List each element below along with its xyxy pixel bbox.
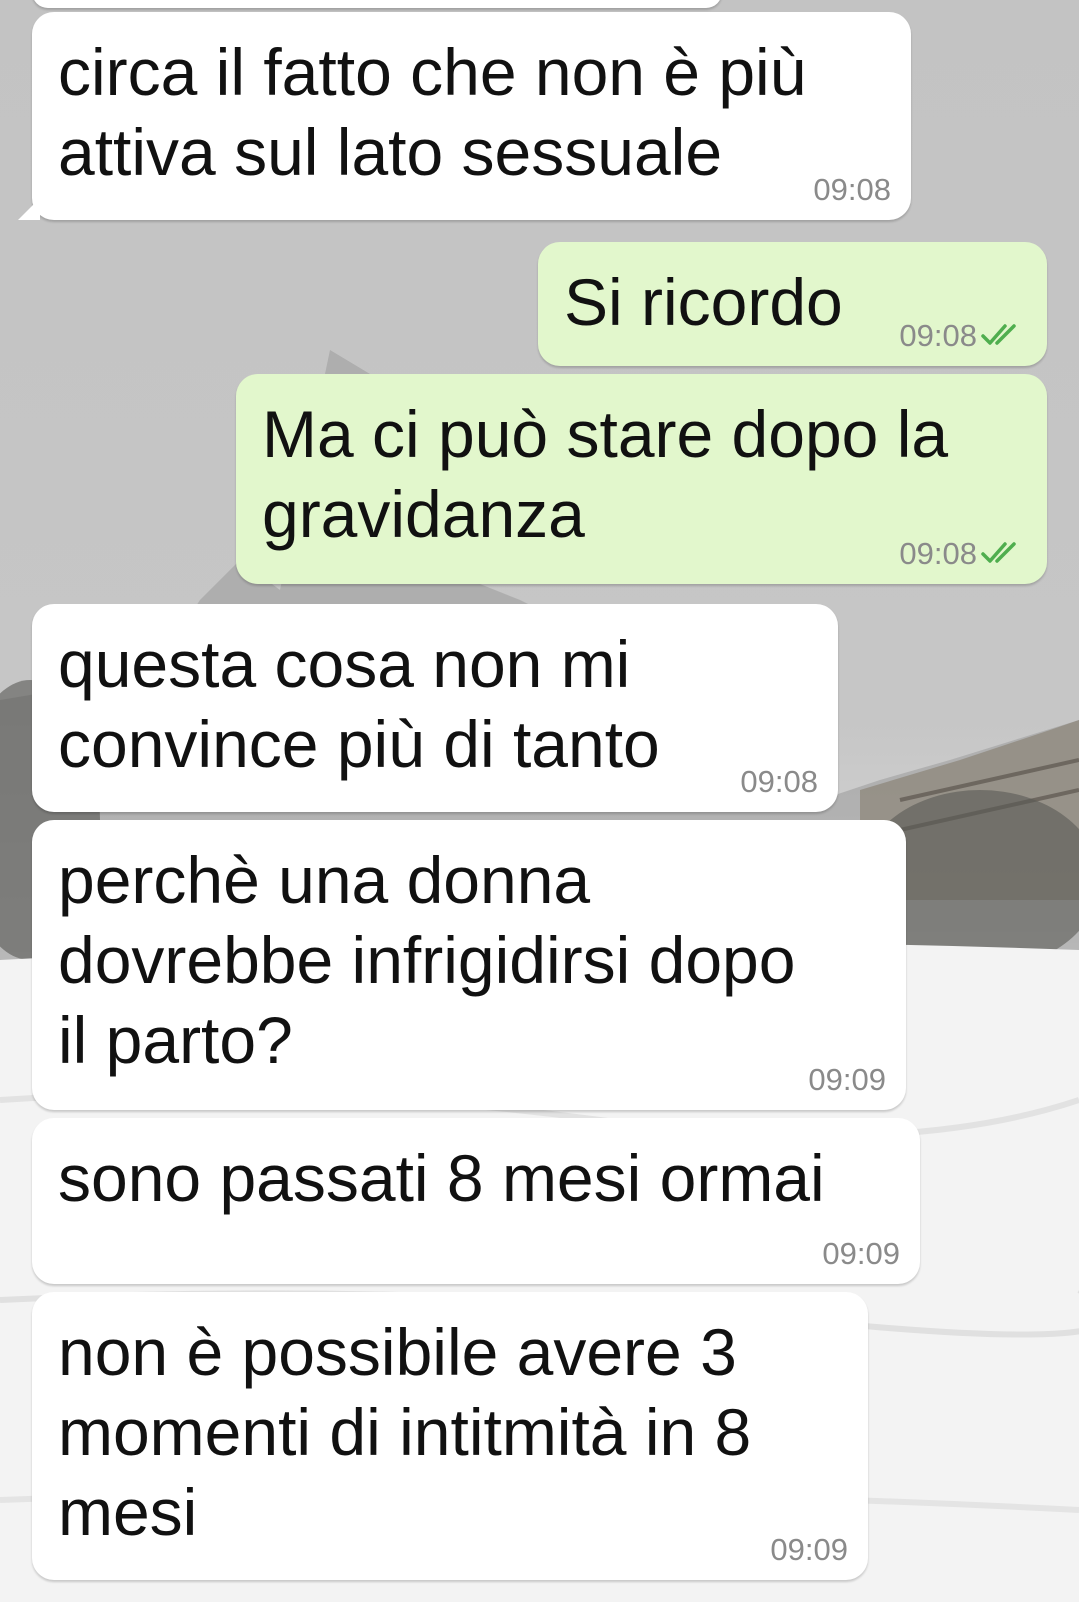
message-text: circa il fatto che non è più attiva sul … bbox=[58, 35, 807, 189]
message-text: Ma ci può stare dopo la gravidanza bbox=[262, 397, 949, 551]
message-timestamp: 09:08 bbox=[899, 536, 977, 571]
message-timestamp: 09:08 bbox=[899, 318, 977, 353]
message-timestamp: 09:09 bbox=[808, 1062, 886, 1097]
message-timestamp: 09:08 bbox=[740, 764, 818, 799]
message-timestamp: 09:09 bbox=[822, 1236, 900, 1271]
read-double-check-icon bbox=[981, 542, 1016, 563]
message-text: questa cosa non mi convince più di tanto bbox=[58, 627, 660, 781]
message-text: non è possibile avere 3 momenti di intit… bbox=[58, 1315, 752, 1549]
read-double-check-icon bbox=[981, 324, 1016, 345]
previous-message-bubble-edge bbox=[32, 0, 722, 8]
message-text: perchè una donna dovrebbe infrigidirsi d… bbox=[58, 843, 796, 1077]
outgoing-message-bubble[interactable]: Ma ci può stare dopo la gravidanza 09:08 bbox=[236, 374, 1047, 584]
message-timestamp: 09:08 bbox=[813, 172, 891, 207]
incoming-message-bubble[interactable]: questa cosa non mi convince più di tanto… bbox=[32, 604, 838, 812]
incoming-message-bubble[interactable]: sono passati 8 mesi ormai 09:09 bbox=[32, 1118, 920, 1284]
outgoing-message-bubble[interactable]: Si ricordo 09:08 bbox=[538, 242, 1047, 366]
message-text: sono passati 8 mesi ormai bbox=[58, 1141, 825, 1215]
message-timestamp: 09:09 bbox=[770, 1532, 848, 1567]
incoming-message-bubble[interactable]: non è possibile avere 3 momenti di intit… bbox=[32, 1292, 868, 1580]
incoming-message-bubble[interactable]: perchè una donna dovrebbe infrigidirsi d… bbox=[32, 820, 906, 1110]
incoming-message-bubble[interactable]: circa il fatto che non è più attiva sul … bbox=[18, 12, 911, 220]
bubble-tail bbox=[18, 198, 40, 220]
